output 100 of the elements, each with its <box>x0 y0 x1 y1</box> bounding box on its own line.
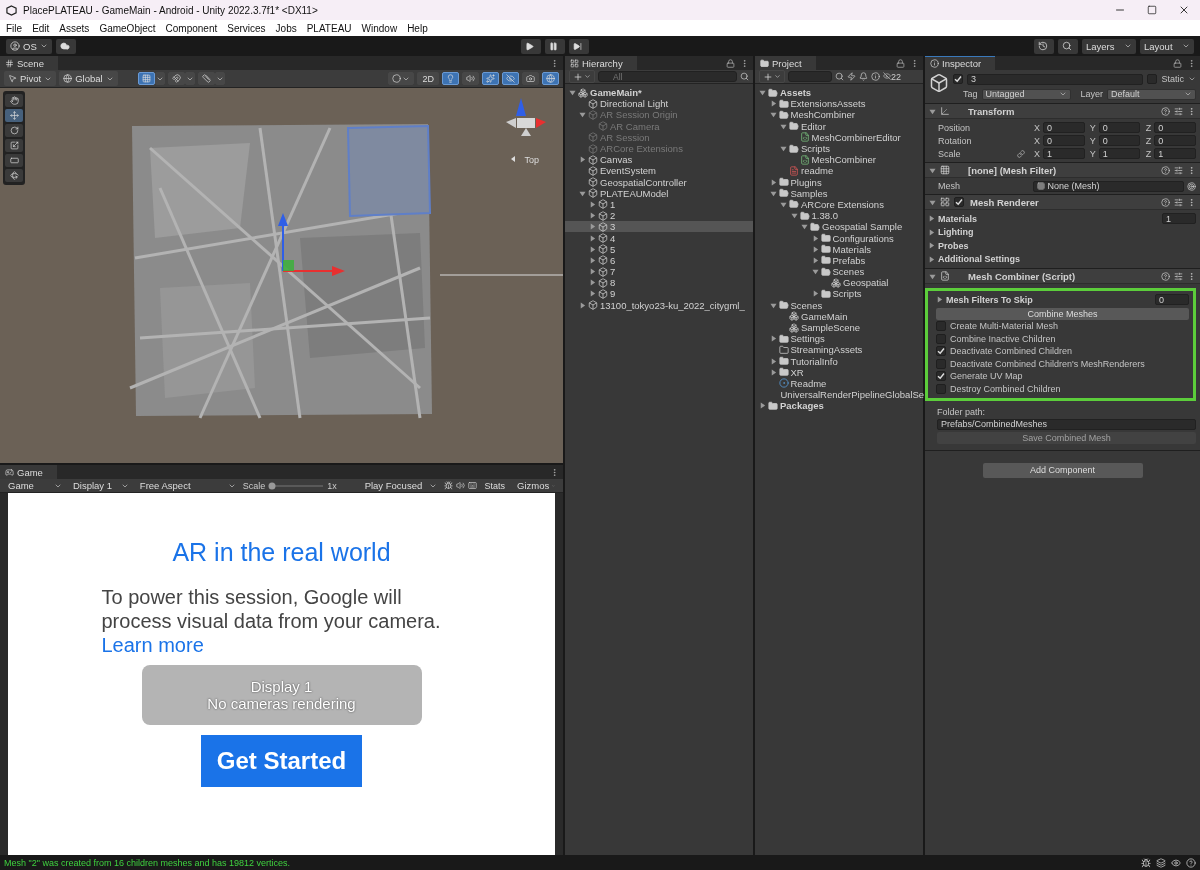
tree-item[interactable]: 4 <box>565 232 753 244</box>
menu-item[interactable]: Window <box>361 22 398 34</box>
snap-toggle[interactable] <box>137 72 155 85</box>
hierarchy-tab[interactable]: Hierarchy <box>565 56 637 70</box>
section-label[interactable]: Lighting <box>938 227 1196 238</box>
menu-item[interactable]: Component <box>165 22 218 34</box>
tree-item[interactable]: Canvas <box>565 154 753 166</box>
layout-dropdown[interactable]: Layout <box>1140 38 1194 54</box>
checkbox[interactable] <box>936 333 946 344</box>
disclosure-triangle-icon[interactable] <box>579 156 586 164</box>
disclosure-triangle-icon[interactable] <box>769 111 777 119</box>
disclosure-triangle-icon[interactable] <box>759 402 766 410</box>
disclosure-triangle-icon[interactable] <box>929 166 936 174</box>
component-header[interactable]: Mesh Renderer <box>925 194 1200 210</box>
menu-item[interactable]: GameObject <box>99 22 156 34</box>
disclosure-triangle-icon[interactable] <box>569 89 576 97</box>
tree-item[interactable]: Editor <box>755 120 923 132</box>
tree-item[interactable]: Configurations <box>755 232 923 244</box>
tree-item[interactable]: Prefabs <box>755 254 923 266</box>
view-toggle[interactable] <box>442 72 459 85</box>
section-label[interactable]: Materials <box>938 213 1159 224</box>
move-gizmo-drawing[interactable] <box>278 213 345 276</box>
disclosure-triangle-icon[interactable] <box>801 223 808 231</box>
disclosure-triangle-icon[interactable] <box>936 296 943 304</box>
disclosure-triangle-icon[interactable] <box>780 200 787 208</box>
menu-item[interactable]: Help <box>407 22 428 34</box>
menu-item[interactable]: Assets <box>59 22 90 34</box>
disclosure-triangle-icon[interactable] <box>811 290 819 298</box>
tree-item[interactable]: Materials <box>755 243 923 255</box>
disclosure-triangle-icon[interactable] <box>811 234 819 242</box>
disclosure-triangle-icon[interactable] <box>589 245 596 253</box>
disclosure-triangle-icon[interactable] <box>589 268 596 276</box>
disclosure-triangle-icon[interactable] <box>780 145 787 153</box>
disclosure-triangle-icon[interactable] <box>589 200 596 208</box>
snap-toggle[interactable] <box>197 72 215 85</box>
view-toggle[interactable] <box>522 72 539 85</box>
disclosure-triangle-icon[interactable] <box>929 198 936 206</box>
tree-item[interactable]: MeshCombiner <box>755 154 923 166</box>
global-dropdown[interactable]: Global <box>59 71 118 86</box>
disclosure-triangle-icon[interactable] <box>769 335 777 343</box>
checkbox[interactable] <box>936 358 946 369</box>
stats-button[interactable]: Stats <box>479 479 510 492</box>
component-header[interactable]: Mesh Combiner (Script) <box>925 268 1200 284</box>
tree-item[interactable]: StreamingAssets <box>755 344 923 356</box>
account-dropdown[interactable]: OS <box>6 38 52 54</box>
tree-item[interactable]: 8 <box>565 277 753 289</box>
tree-item[interactable]: Packages <box>755 400 923 412</box>
scene-tab[interactable]: Scene <box>0 56 58 70</box>
disclosure-triangle-icon[interactable] <box>769 100 777 108</box>
number-field[interactable]: 0 <box>1154 135 1196 146</box>
view-toggle[interactable] <box>502 72 519 85</box>
menu-item[interactable]: Edit <box>32 22 50 34</box>
section-label[interactable]: Mesh Filters To Skip <box>946 294 1152 305</box>
layers-dropdown[interactable]: Layers <box>1082 38 1136 54</box>
history-button[interactable] <box>1034 38 1054 54</box>
tree-item[interactable]: MeshCombinerEditor <box>755 131 923 143</box>
snap-options-button[interactable] <box>154 72 165 85</box>
learn-more-link[interactable]: Learn more <box>101 634 204 656</box>
tree-item[interactable]: GameMain* <box>565 87 753 99</box>
tree-item[interactable]: ExtensionsAssets <box>755 98 923 110</box>
number-field[interactable]: 0 <box>1098 135 1141 146</box>
tree-item[interactable]: 13100_tokyo23-ku_2022_citygml_ <box>565 299 753 311</box>
tool-button[interactable] <box>5 94 23 107</box>
disclosure-triangle-icon[interactable] <box>589 290 596 298</box>
tool-button[interactable] <box>5 154 23 167</box>
disclosure-triangle-icon[interactable] <box>769 357 777 365</box>
component-header[interactable]: Transform <box>925 103 1200 119</box>
tree-item[interactable]: GeospatialController <box>565 176 753 188</box>
inspector-tab[interactable]: Inspector <box>925 56 996 70</box>
tree-item[interactable]: Geospatial Sample <box>755 221 923 233</box>
pivot-dropdown[interactable]: Pivot <box>4 71 57 86</box>
section-label[interactable]: Additional Settings <box>938 254 1196 265</box>
tree-item[interactable]: MeshCombiner <box>755 109 923 121</box>
tree-item[interactable]: 9 <box>565 288 753 300</box>
tree-item[interactable]: Plugins <box>755 176 923 188</box>
checkbox[interactable] <box>953 74 963 84</box>
tree-item[interactable]: UniversalRenderPipelineGlobalSe <box>755 389 923 401</box>
tree-item[interactable]: readme <box>755 165 923 177</box>
tree-item[interactable]: 1.38.0 <box>755 210 923 222</box>
tree-item[interactable]: Scripts <box>755 142 923 155</box>
menu-item[interactable]: Services <box>227 22 266 34</box>
disclosure-triangle-icon[interactable] <box>579 189 586 197</box>
tree-item[interactable]: EventSystem <box>565 165 753 177</box>
add-button[interactable] <box>569 70 595 83</box>
get-started-button[interactable]: Get Started <box>200 735 363 787</box>
snap-options-button[interactable] <box>214 72 225 85</box>
play-button[interactable] <box>520 38 541 54</box>
disclosure-triangle-icon[interactable] <box>790 212 798 220</box>
view-toggle[interactable] <box>482 72 499 85</box>
object-field[interactable]: None (Mesh) <box>1033 180 1184 192</box>
slider-thumb[interactable] <box>268 482 276 489</box>
hidden-count[interactable]: 22 <box>883 71 901 82</box>
tag-dropdown[interactable]: Untagged <box>981 88 1071 100</box>
checkbox[interactable] <box>936 383 946 394</box>
checkbox[interactable] <box>936 371 946 382</box>
view-toggle[interactable] <box>388 72 415 85</box>
disclosure-triangle-icon[interactable] <box>769 178 777 186</box>
disclosure-triangle-icon[interactable] <box>929 107 936 115</box>
play-mode-dropdown[interactable]: Play Focused <box>360 478 441 493</box>
disclosure-triangle-icon[interactable] <box>769 368 777 376</box>
